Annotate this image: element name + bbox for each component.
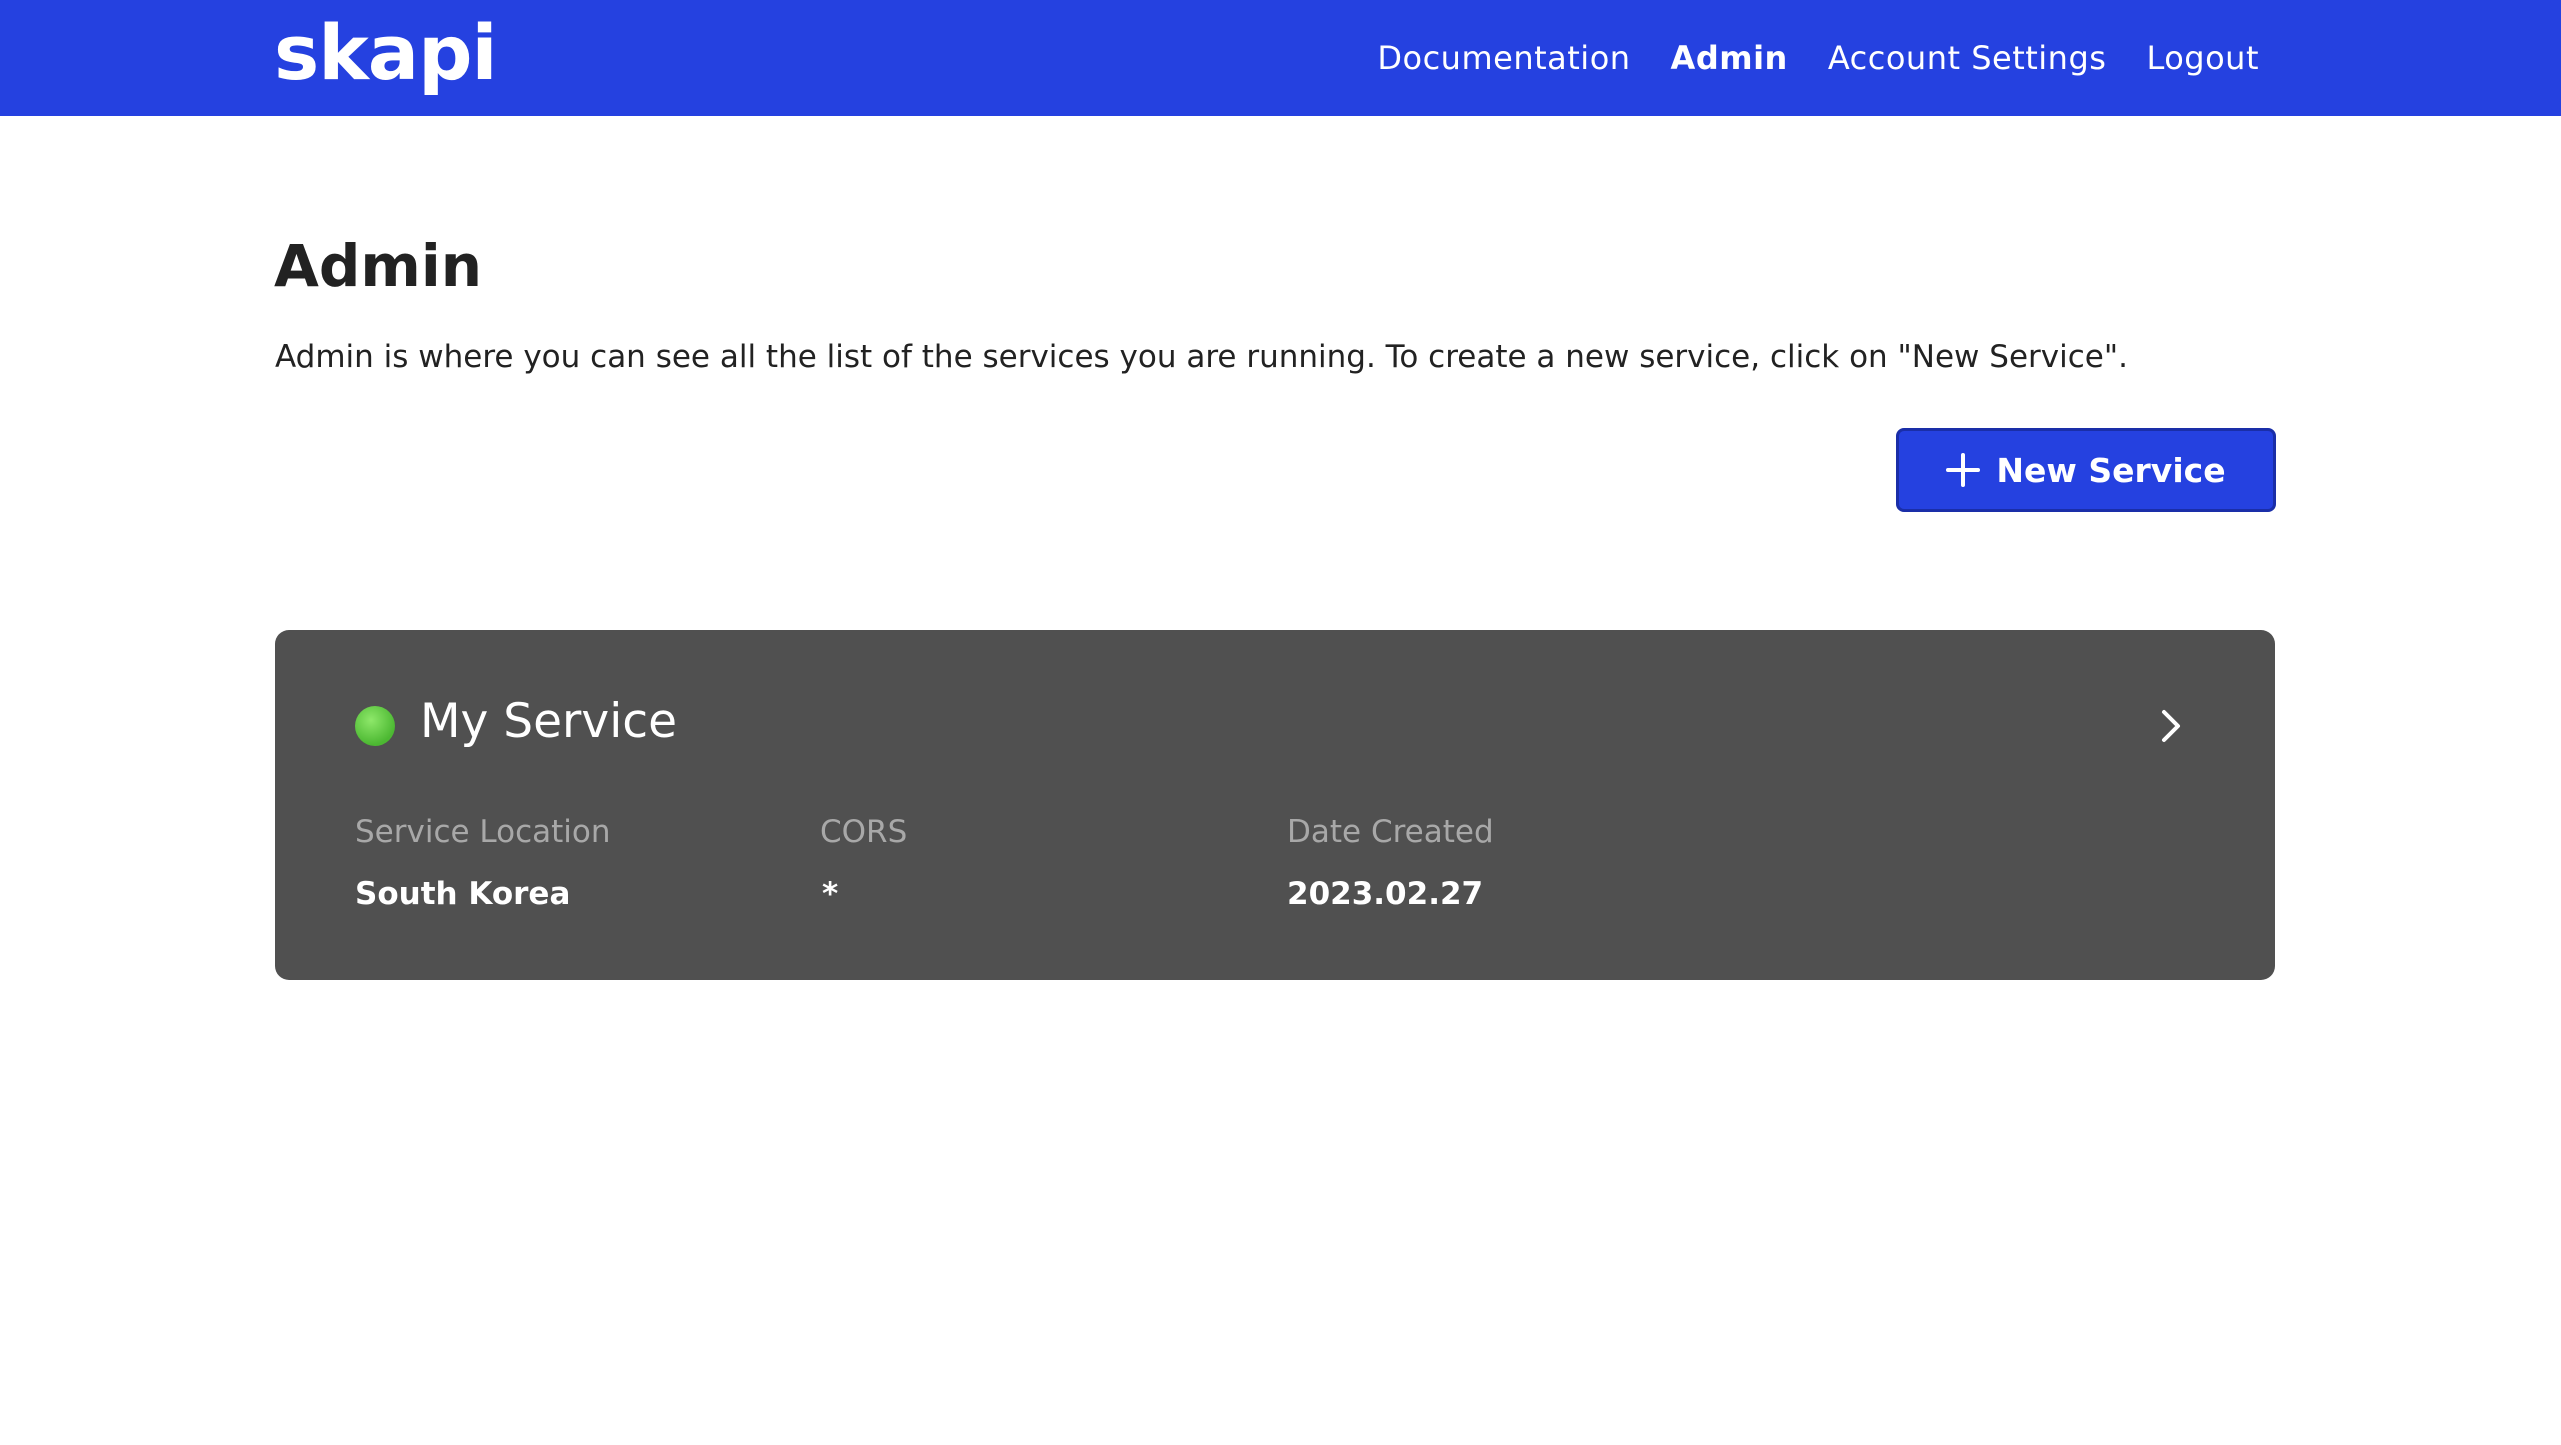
- nav-admin[interactable]: Admin: [1671, 39, 1788, 77]
- plus-icon: [1946, 453, 1981, 487]
- service-location-value: South Korea: [355, 876, 571, 912]
- date-created-value: 2023.02.27: [1287, 876, 1484, 912]
- service-location-label: Service Location: [355, 814, 611, 850]
- main-nav: Documentation Admin Account Settings Log…: [1337, 0, 2259, 116]
- page-description: Admin is where you can see all the list …: [275, 339, 2128, 375]
- nav-logout[interactable]: Logout: [2146, 39, 2259, 77]
- new-service-label: New Service: [1996, 450, 2226, 490]
- service-card[interactable]: My Service Service Location South Korea …: [275, 630, 2275, 980]
- top-navigation-bar: skapi Documentation Admin Account Settin…: [0, 0, 2561, 116]
- date-created-label: Date Created: [1287, 814, 1494, 850]
- cors-label: CORS: [820, 814, 908, 850]
- skapi-logo[interactable]: skapi: [274, 8, 498, 97]
- nav-account-settings[interactable]: Account Settings: [1828, 39, 2107, 77]
- new-service-button[interactable]: New Service: [1896, 428, 2276, 512]
- page-title: Admin: [274, 232, 483, 300]
- nav-documentation[interactable]: Documentation: [1377, 39, 1630, 77]
- service-name: My Service: [420, 694, 678, 749]
- cors-value: *: [822, 876, 839, 912]
- status-indicator-icon: [355, 706, 395, 746]
- chevron-right-icon[interactable]: [2153, 708, 2189, 744]
